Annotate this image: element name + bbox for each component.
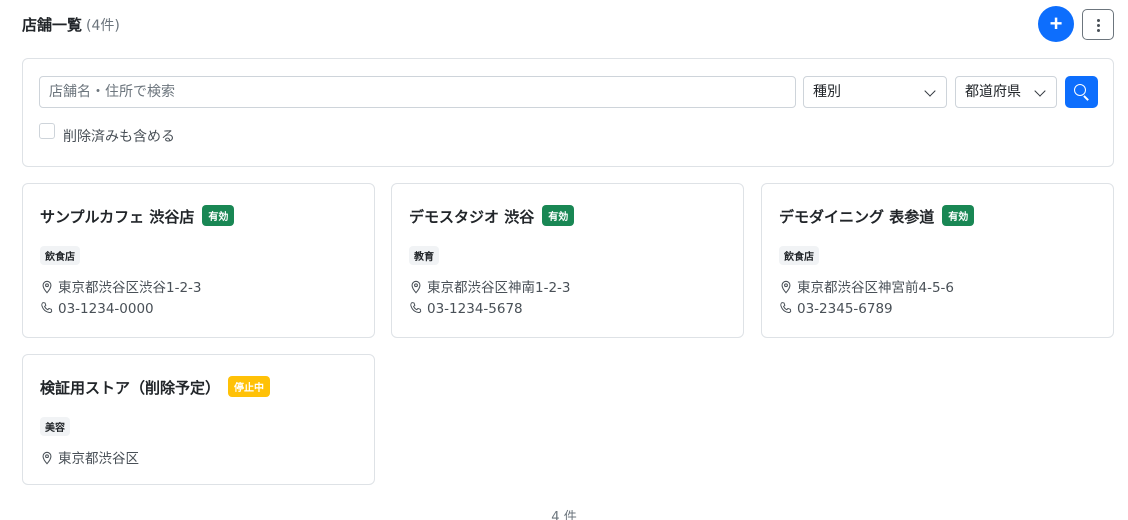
- store-address: 東京都渋谷区渋谷1-2-3: [40, 276, 202, 296]
- kebab-menu-icon-dot: [1097, 29, 1100, 32]
- search-button[interactable]: [1065, 76, 1098, 108]
- chevron-down-icon: [924, 85, 936, 97]
- search-input[interactable]: [39, 76, 796, 108]
- add-store-button[interactable]: +: [1038, 6, 1074, 42]
- store-type-chip: 教育: [409, 246, 439, 265]
- store-name-text: サンプルカフェ 渋谷店: [40, 208, 195, 226]
- phone-icon: [780, 302, 792, 313]
- search-icon-handle: [1083, 95, 1089, 101]
- type-select[interactable]: 種別: [803, 76, 947, 108]
- page-title-text: 店舗一覧: [22, 16, 83, 34]
- store-address: 東京都渋谷区: [40, 447, 139, 467]
- store-address-text: 東京都渋谷区渋谷1-2-3: [58, 280, 202, 296]
- prefecture-select-value: 都道府県: [965, 84, 1021, 100]
- store-address-text: 東京都渋谷区: [58, 451, 139, 467]
- status-badge: 停止中: [228, 376, 271, 397]
- store-count: (4件): [86, 18, 120, 34]
- store-address: 東京都渋谷区神宮前4-5-6: [779, 276, 954, 296]
- store-phone-text: 03-1234-5678: [427, 301, 523, 317]
- search-panel: 種別 都道府県 削除済みも含める: [22, 58, 1114, 167]
- store-name-text: デモスタジオ 渋谷: [409, 208, 535, 226]
- store-card[interactable]: サンプルカフェ 渋谷店 有効 飲食店 東京都渋谷区渋谷1-2-3 03-1234-…: [22, 183, 375, 338]
- store-name-text: 検証用ストア（削除予定）: [40, 379, 221, 397]
- store-name: デモスタジオ 渋谷 有効: [409, 205, 575, 227]
- status-badge: 有効: [942, 205, 975, 226]
- store-phone-text: 03-2345-6789: [797, 301, 893, 317]
- store-phone: 03-1234-5678: [409, 301, 523, 317]
- include-deleted-checkbox[interactable]: [39, 123, 55, 139]
- status-badge: 有効: [202, 205, 235, 226]
- status-badge: 有効: [542, 205, 575, 226]
- store-name: デモダイニング 表参道 有効: [779, 205, 975, 227]
- store-address-text: 東京都渋谷区神宮前4-5-6: [797, 280, 955, 296]
- store-card[interactable]: デモダイニング 表参道 有効 飲食店 東京都渋谷区神宮前4-5-6 03-2345…: [761, 183, 1114, 338]
- store-type-chip: 飲食店: [40, 246, 80, 265]
- page-header: 店舗一覧 (4件) +: [22, 0, 1114, 50]
- map-pin-icon: [411, 280, 421, 294]
- store-phone: 03-1234-0000: [40, 301, 154, 317]
- store-name-text: デモダイニング 表参道: [779, 208, 935, 226]
- store-name: 検証用ストア（削除予定） 停止中: [40, 376, 271, 398]
- map-pin-icon: [42, 280, 52, 294]
- store-phone-text: 03-1234-0000: [58, 301, 154, 317]
- store-phone: 03-2345-6789: [779, 301, 893, 317]
- page-title: 店舗一覧 (4件): [22, 14, 120, 35]
- store-address-text: 東京都渋谷区神南1-2-3: [427, 280, 571, 296]
- prefecture-select[interactable]: 都道府県: [955, 76, 1057, 108]
- phone-icon: [410, 302, 422, 313]
- more-options-button[interactable]: [1082, 9, 1114, 40]
- store-type-chip: 美容: [40, 417, 70, 436]
- store-card[interactable]: 検証用ストア（削除予定） 停止中 美容 東京都渋谷区: [22, 354, 375, 485]
- kebab-menu-icon-dot: [1097, 24, 1100, 27]
- chevron-down-icon: [1034, 85, 1046, 97]
- map-pin-icon: [42, 451, 52, 465]
- store-name: サンプルカフェ 渋谷店 有効: [40, 205, 235, 227]
- store-address: 東京都渋谷区神南1-2-3: [409, 276, 571, 296]
- type-select-value: 種別: [813, 84, 841, 100]
- phone-icon: [41, 302, 53, 313]
- map-pin-icon: [781, 280, 791, 294]
- store-type-chip: 飲食店: [779, 246, 819, 265]
- result-count-footer: 4 件: [551, 510, 577, 520]
- kebab-menu-icon: [1097, 19, 1100, 22]
- store-card[interactable]: デモスタジオ 渋谷 有効 教育 東京都渋谷区神南1-2-3 03-1234-567…: [391, 183, 744, 338]
- include-deleted-label[interactable]: 削除済みも含める: [63, 126, 175, 146]
